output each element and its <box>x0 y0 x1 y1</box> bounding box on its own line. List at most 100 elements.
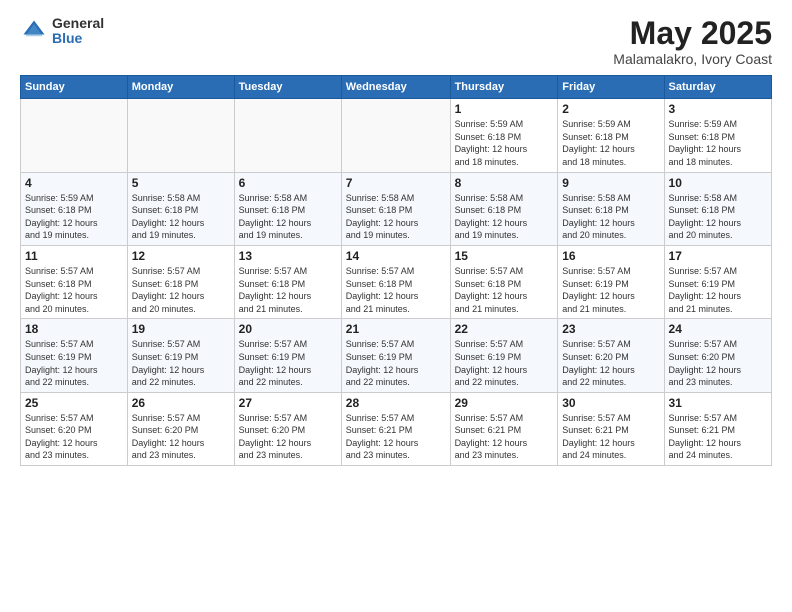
calendar-cell: 4 Sunrise: 5:59 AM Sunset: 6:18 PM Daylig… <box>21 172 128 245</box>
day-number: 16 <box>562 249 659 263</box>
header: General Blue May 2025 Malamalakro, Ivory… <box>20 16 772 67</box>
calendar-cell: 29 Sunrise: 5:57 AM Sunset: 6:21 PM Dayli… <box>450 392 558 465</box>
calendar-cell: 16Sunrise: 5:57 AM Sunset: 6:19 PM Dayli… <box>558 245 664 318</box>
calendar-header-monday: Monday <box>127 76 234 99</box>
day-info: Sunrise: 5:57 AM Sunset: 6:20 PM Dayligh… <box>25 412 123 462</box>
calendar-cell: 28 Sunrise: 5:57 AM Sunset: 6:21 PM Dayli… <box>341 392 450 465</box>
day-number: 4 <box>25 176 123 190</box>
day-info: Sunrise: 5:59 AM Sunset: 6:18 PM Dayligh… <box>669 118 767 168</box>
calendar-cell: 2 Sunrise: 5:59 AM Sunset: 6:18 PM Daylig… <box>558 99 664 172</box>
day-number: 22 <box>455 322 554 336</box>
day-info: Sunrise: 5:57 AM Sunset: 6:18 PM Dayligh… <box>132 265 230 315</box>
day-info: Sunrise: 5:57 AM Sunset: 6:20 PM Dayligh… <box>132 412 230 462</box>
day-number: 8 <box>455 176 554 190</box>
day-info: Sunrise: 5:57 AM Sunset: 6:21 PM Dayligh… <box>455 412 554 462</box>
day-info: Sunrise: 5:57 AM Sunset: 6:21 PM Dayligh… <box>346 412 446 462</box>
day-info: Sunrise: 5:58 AM Sunset: 6:18 PM Dayligh… <box>455 192 554 242</box>
calendar-cell: 13Sunrise: 5:57 AM Sunset: 6:18 PM Dayli… <box>234 245 341 318</box>
logo-general-text: General <box>52 16 104 31</box>
day-number: 24 <box>669 322 767 336</box>
calendar-cell: 15 Sunrise: 5:57 AM Sunset: 6:18 PM Dayli… <box>450 245 558 318</box>
calendar-cell: 25Sunrise: 5:57 AM Sunset: 6:20 PM Dayli… <box>21 392 128 465</box>
day-number: 28 <box>346 396 446 410</box>
calendar-header-sunday: Sunday <box>21 76 128 99</box>
day-number: 18 <box>25 322 123 336</box>
calendar-cell: 24 Sunrise: 5:57 AM Sunset: 6:20 PM Dayli… <box>664 319 771 392</box>
day-number: 19 <box>132 322 230 336</box>
calendar-cell <box>21 99 128 172</box>
day-info: Sunrise: 5:57 AM Sunset: 6:19 PM Dayligh… <box>239 338 337 388</box>
day-info: Sunrise: 5:59 AM Sunset: 6:18 PM Dayligh… <box>25 192 123 242</box>
day-number: 12 <box>132 249 230 263</box>
day-number: 30 <box>562 396 659 410</box>
day-info: Sunrise: 5:57 AM Sunset: 6:18 PM Dayligh… <box>25 265 123 315</box>
calendar-cell: 5 Sunrise: 5:58 AM Sunset: 6:18 PM Daylig… <box>127 172 234 245</box>
calendar-cell: 31Sunrise: 5:57 AM Sunset: 6:21 PM Dayli… <box>664 392 771 465</box>
day-number: 29 <box>455 396 554 410</box>
day-number: 13 <box>239 249 337 263</box>
calendar-cell: 11Sunrise: 5:57 AM Sunset: 6:18 PM Dayli… <box>21 245 128 318</box>
calendar-cell: 6Sunrise: 5:58 AM Sunset: 6:18 PM Daylig… <box>234 172 341 245</box>
day-number: 6 <box>239 176 337 190</box>
calendar-header-friday: Friday <box>558 76 664 99</box>
day-info: Sunrise: 5:57 AM Sunset: 6:18 PM Dayligh… <box>346 265 446 315</box>
day-number: 9 <box>562 176 659 190</box>
calendar-cell: 14 Sunrise: 5:57 AM Sunset: 6:18 PM Dayli… <box>341 245 450 318</box>
day-info: Sunrise: 5:57 AM Sunset: 6:18 PM Dayligh… <box>455 265 554 315</box>
logo: General Blue <box>20 16 104 47</box>
logo-icon <box>20 17 48 45</box>
day-info: Sunrise: 5:59 AM Sunset: 6:18 PM Dayligh… <box>455 118 554 168</box>
calendar-cell: 3 Sunrise: 5:59 AM Sunset: 6:18 PM Daylig… <box>664 99 771 172</box>
day-info: Sunrise: 5:58 AM Sunset: 6:18 PM Dayligh… <box>669 192 767 242</box>
calendar-header-tuesday: Tuesday <box>234 76 341 99</box>
calendar-cell: 12 Sunrise: 5:57 AM Sunset: 6:18 PM Dayli… <box>127 245 234 318</box>
calendar-cell <box>341 99 450 172</box>
calendar-cell: 1 Sunrise: 5:59 AM Sunset: 6:18 PM Daylig… <box>450 99 558 172</box>
calendar-cell: 19Sunrise: 5:57 AM Sunset: 6:19 PM Dayli… <box>127 319 234 392</box>
day-info: Sunrise: 5:57 AM Sunset: 6:19 PM Dayligh… <box>346 338 446 388</box>
calendar-header-wednesday: Wednesday <box>341 76 450 99</box>
day-number: 1 <box>455 102 554 116</box>
day-number: 27 <box>239 396 337 410</box>
calendar-cell: 22Sunrise: 5:57 AM Sunset: 6:19 PM Dayli… <box>450 319 558 392</box>
calendar-week-row: 25Sunrise: 5:57 AM Sunset: 6:20 PM Dayli… <box>21 392 772 465</box>
day-info: Sunrise: 5:58 AM Sunset: 6:18 PM Dayligh… <box>562 192 659 242</box>
calendar-cell: 18 Sunrise: 5:57 AM Sunset: 6:19 PM Dayli… <box>21 319 128 392</box>
day-info: Sunrise: 5:57 AM Sunset: 6:19 PM Dayligh… <box>25 338 123 388</box>
day-number: 15 <box>455 249 554 263</box>
calendar-cell: 20Sunrise: 5:57 AM Sunset: 6:19 PM Dayli… <box>234 319 341 392</box>
day-number: 2 <box>562 102 659 116</box>
calendar-cell: 23 Sunrise: 5:57 AM Sunset: 6:20 PM Dayli… <box>558 319 664 392</box>
day-number: 23 <box>562 322 659 336</box>
calendar-cell: 26 Sunrise: 5:57 AM Sunset: 6:20 PM Dayli… <box>127 392 234 465</box>
day-number: 5 <box>132 176 230 190</box>
calendar-week-row: 11Sunrise: 5:57 AM Sunset: 6:18 PM Dayli… <box>21 245 772 318</box>
calendar-cell: 27Sunrise: 5:57 AM Sunset: 6:20 PM Dayli… <box>234 392 341 465</box>
day-number: 17 <box>669 249 767 263</box>
calendar-header-saturday: Saturday <box>664 76 771 99</box>
calendar-header-row: SundayMondayTuesdayWednesdayThursdayFrid… <box>21 76 772 99</box>
day-info: Sunrise: 5:57 AM Sunset: 6:20 PM Dayligh… <box>669 338 767 388</box>
calendar-cell: 30Sunrise: 5:57 AM Sunset: 6:21 PM Dayli… <box>558 392 664 465</box>
logo-blue-text: Blue <box>52 31 104 46</box>
calendar-cell: 17Sunrise: 5:57 AM Sunset: 6:19 PM Dayli… <box>664 245 771 318</box>
page: General Blue May 2025 Malamalakro, Ivory… <box>0 0 792 612</box>
calendar-header-thursday: Thursday <box>450 76 558 99</box>
day-number: 26 <box>132 396 230 410</box>
calendar-cell <box>127 99 234 172</box>
calendar-cell: 7Sunrise: 5:58 AM Sunset: 6:18 PM Daylig… <box>341 172 450 245</box>
day-info: Sunrise: 5:59 AM Sunset: 6:18 PM Dayligh… <box>562 118 659 168</box>
day-number: 14 <box>346 249 446 263</box>
logo-text: General Blue <box>52 16 104 47</box>
day-number: 31 <box>669 396 767 410</box>
day-number: 7 <box>346 176 446 190</box>
day-number: 21 <box>346 322 446 336</box>
main-title: May 2025 <box>613 16 772 51</box>
day-info: Sunrise: 5:58 AM Sunset: 6:18 PM Dayligh… <box>132 192 230 242</box>
calendar-cell: 8 Sunrise: 5:58 AM Sunset: 6:18 PM Daylig… <box>450 172 558 245</box>
calendar-cell: 10Sunrise: 5:58 AM Sunset: 6:18 PM Dayli… <box>664 172 771 245</box>
calendar-cell: 21 Sunrise: 5:57 AM Sunset: 6:19 PM Dayli… <box>341 319 450 392</box>
day-number: 3 <box>669 102 767 116</box>
day-info: Sunrise: 5:57 AM Sunset: 6:20 PM Dayligh… <box>562 338 659 388</box>
calendar-cell <box>234 99 341 172</box>
